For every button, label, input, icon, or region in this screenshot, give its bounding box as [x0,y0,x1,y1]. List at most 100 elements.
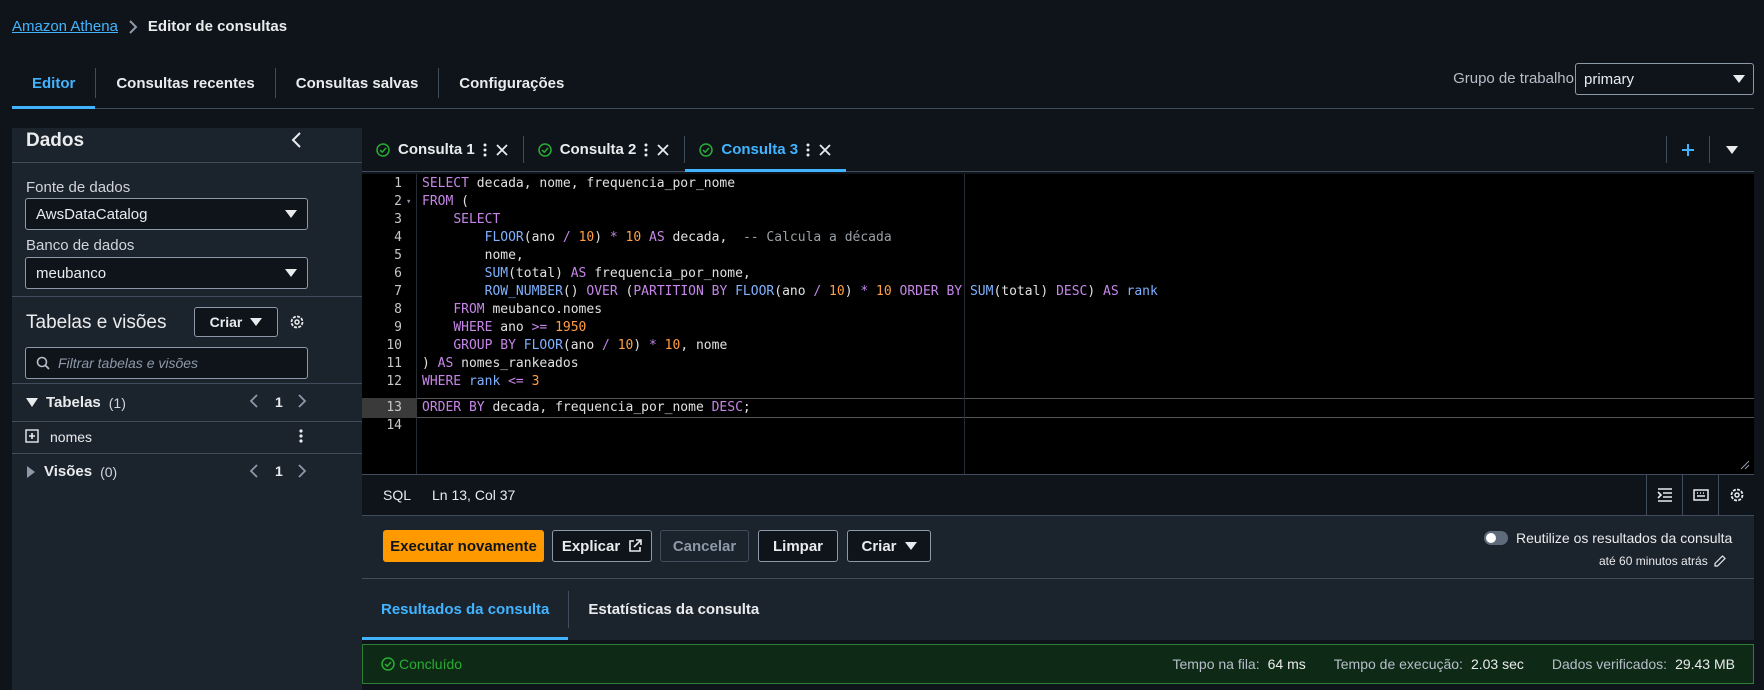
more-options-icon[interactable] [299,429,303,443]
code-line: ) AS nomes_rankeados [422,356,579,371]
line-number: 13 [386,400,402,415]
results-tabs: Resultados da consulta Estatísticas da c… [362,578,1754,640]
code-line: SELECT decada, nome, frequencia_por_nome [422,176,736,191]
settings-icon[interactable] [289,314,305,330]
line-number: 8 [394,302,402,317]
more-options-icon[interactable] [806,143,810,157]
line-number: 3 [394,212,402,227]
code-line: FROM ( [422,194,469,209]
query-tab-1[interactable]: Consulta 1 [362,128,523,171]
caret-down-icon [26,397,38,407]
tab-editor[interactable]: Editor [12,58,96,109]
resize-handle-icon[interactable] [1740,460,1750,470]
create-query-button[interactable]: Criar [847,530,931,562]
search-icon [36,356,50,370]
language-indicator: SQL [383,487,412,503]
check-circle-icon [537,142,552,157]
query-tab-label: Consulta 3 [721,141,799,158]
line-number: 11 [386,356,402,371]
line-number: 10 [386,338,402,353]
check-circle-icon [381,657,395,671]
tab-settings[interactable]: Configurações [439,58,584,108]
format-query-icon[interactable] [1647,488,1682,502]
code-line: GROUP BY FLOOR(ano / 10) * 10, nome [453,338,728,353]
reuse-results-label: Reutilize os resultados da consulta [1516,530,1733,546]
add-query-icon[interactable] [1667,128,1709,171]
table-item-nomes[interactable]: nomes [50,429,92,445]
cancel-button[interactable]: Cancelar [660,530,749,562]
cursor-position: Ln 13, Col 37 [432,487,516,503]
exec-time-label: Tempo de execução: [1333,656,1463,672]
prev-page-icon[interactable] [249,464,259,478]
keyboard-icon[interactable] [1683,488,1718,502]
database-select[interactable]: meubanco [25,257,308,289]
tab-query-results[interactable]: Resultados da consulta [362,579,569,640]
data-panel-title: Dados [26,130,85,151]
datasource-label: Fonte de dados [26,179,131,196]
tables-section-toggle[interactable]: Tabelas (1) [26,394,126,411]
query-status-bar: Concluído Tempo na fila: 64 ms Tempo de … [362,644,1754,684]
code-line: FLOOR(ano / 10) * 10 AS decada, -- Calcu… [484,230,892,245]
datasource-select[interactable]: AwsDataCatalog [25,198,308,230]
caret-down-icon [1733,75,1745,83]
sql-editor[interactable]: 1 2 3 4 5 6 7 8 9 10 11 12 13 14 ▾ SELEC… [362,174,1754,474]
explain-label: Explicar [561,537,621,555]
create-button[interactable]: Criar [194,307,278,337]
tables-views-title: Tabelas e visões [26,312,167,333]
check-circle-icon [376,142,390,157]
caret-down-icon [285,269,297,277]
reuse-duration-label: até 60 minutos atrás [1599,554,1708,568]
views-section-toggle[interactable]: Visões (0) [26,463,117,480]
caret-down-icon [285,210,297,218]
query-tab-2[interactable]: Consulta 2 [524,128,685,171]
next-page-icon[interactable] [297,464,307,478]
line-number: 2 [394,194,402,209]
collapse-panel-icon[interactable] [290,132,304,148]
more-options-icon[interactable] [644,143,648,157]
tab-recent-queries[interactable]: Consultas recentes [96,58,274,108]
workgroup-select[interactable]: primary [1575,63,1754,95]
code-line: FROM meubanco.nomes [453,302,603,317]
fold-icon[interactable]: ▾ [406,192,411,212]
views-count: (0) [100,463,118,480]
explain-button[interactable]: Explicar [552,530,652,562]
close-icon[interactable] [495,143,509,157]
reuse-duration[interactable]: até 60 minutos atrás [1599,554,1726,568]
line-number: 12 [386,374,402,389]
line-number: 4 [394,230,402,245]
tables-section-label: Tabelas [46,394,101,411]
database-label: Banco de dados [26,237,135,254]
tables-count: (1) [108,394,126,411]
toggle-switch[interactable] [1484,531,1508,545]
editor-settings-icon[interactable] [1719,487,1754,503]
more-options-icon[interactable] [483,143,487,157]
code-line: ORDER BY decada, frequencia_por_nome DES… [422,400,751,415]
divider [12,162,362,163]
database-value: meubanco [36,264,107,282]
run-again-button[interactable]: Executar novamente [383,530,544,562]
divider [12,383,362,384]
tabs-dropdown-icon[interactable] [1710,128,1754,171]
editor-status-bar: SQL Ln 13, Col 37 [362,474,1754,516]
breadcrumb-athena-link[interactable]: Amazon Athena [12,18,118,35]
query-tab-3[interactable]: Consulta 3 [685,128,846,172]
next-page-icon[interactable] [297,394,307,408]
code-line: SELECT [453,212,501,227]
prev-page-icon[interactable] [249,394,259,408]
line-number: 1 [394,176,402,191]
chevron-right-icon [128,19,138,34]
expand-table-icon[interactable] [25,429,39,443]
code-line: nome, [422,248,524,263]
reuse-results-toggle[interactable]: Reutilize os resultados da consulta [1484,530,1732,546]
scanned-label: Dados verificados: [1551,656,1668,672]
data-panel: Dados Fonte de dados AwsDataCatalog Banc… [12,128,362,690]
close-icon[interactable] [656,143,670,157]
filter-tables-input[interactable]: Filtrar tabelas e visões [25,347,308,379]
tab-query-stats[interactable]: Estatísticas da consulta [569,579,778,640]
tab-saved-queries[interactable]: Consultas salvas [276,58,439,108]
clear-button[interactable]: Limpar [758,530,838,562]
editor-area: Consulta 1 Consulta 2 Consulta 3 1 2 3 4… [362,128,1754,690]
create-button-label: Criar [209,314,243,330]
close-icon[interactable] [818,143,832,157]
print-margin [964,174,965,474]
